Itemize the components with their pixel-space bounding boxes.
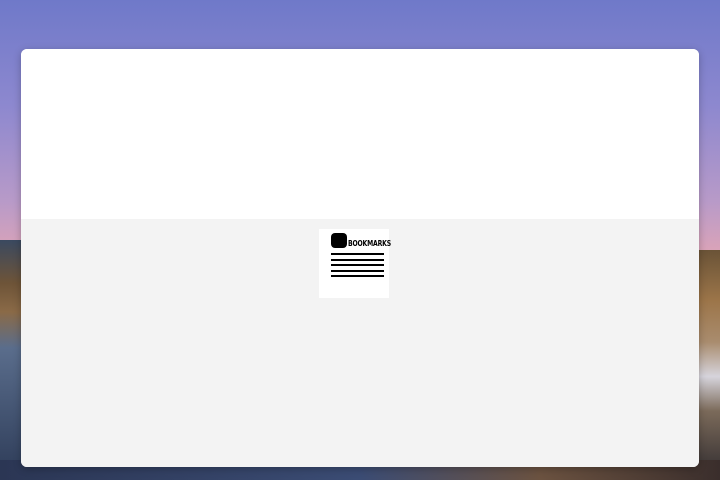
bookmark-line bbox=[331, 253, 384, 255]
content-pane: BOOKMARKS bbox=[21, 219, 699, 467]
bookmark-line bbox=[331, 259, 384, 261]
bookmarks-label: BOOKMARKS bbox=[348, 239, 391, 248]
app-window: BOOKMARKS bbox=[21, 49, 699, 467]
bookmarks-tile[interactable]: BOOKMARKS bbox=[319, 229, 391, 298]
bookmark-line bbox=[331, 275, 384, 277]
bookmarks-icon bbox=[331, 233, 347, 248]
bookmark-line bbox=[331, 270, 384, 272]
bookmark-line bbox=[331, 264, 384, 266]
tile-notch bbox=[322, 232, 330, 240]
top-pane bbox=[21, 49, 699, 219]
